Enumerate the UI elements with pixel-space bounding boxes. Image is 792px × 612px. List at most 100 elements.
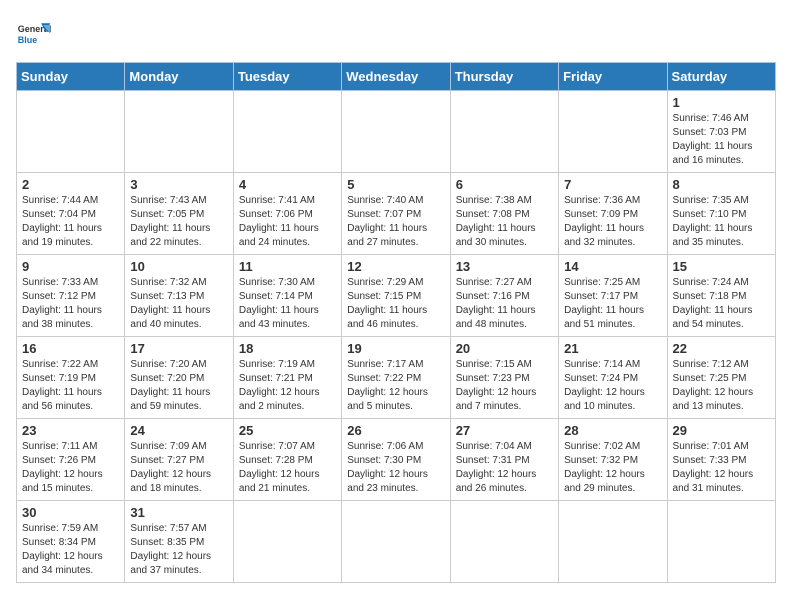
- calendar-cell: 14 Sunrise: 7:25 AM Sunset: 7:17 PM Dayli…: [559, 255, 667, 337]
- day-info: Sunrise: 7:24 AM Sunset: 7:18 PM Dayligh…: [673, 276, 770, 332]
- generalblue-logo-icon: General Blue: [16, 16, 52, 52]
- day-number: 31: [130, 505, 227, 520]
- day-number: 12: [347, 259, 444, 274]
- calendar-cell: 9 Sunrise: 7:33 AM Sunset: 7:12 PM Daylig…: [17, 255, 125, 337]
- day-info: Sunrise: 7:59 AM Sunset: 8:34 PM Dayligh…: [22, 522, 119, 578]
- calendar-cell: [233, 91, 341, 173]
- calendar-week-row: 2 Sunrise: 7:44 AM Sunset: 7:04 PM Daylig…: [17, 173, 776, 255]
- day-info: Sunrise: 7:40 AM Sunset: 7:07 PM Dayligh…: [347, 194, 444, 250]
- calendar-cell: [233, 501, 341, 583]
- day-number: 19: [347, 341, 444, 356]
- day-info: Sunrise: 7:20 AM Sunset: 7:20 PM Dayligh…: [130, 358, 227, 414]
- calendar-cell: 16Sunrise: 7:22 AM Sunset: 7:19 PM Dayli…: [17, 337, 125, 419]
- day-number: 30: [22, 505, 119, 520]
- calendar-week-row: 9 Sunrise: 7:33 AM Sunset: 7:12 PM Daylig…: [17, 255, 776, 337]
- calendar-cell: 28 Sunrise: 7:02 AM Sunset: 7:32 PM Dayli…: [559, 419, 667, 501]
- calendar-cell: 8 Sunrise: 7:35 AM Sunset: 7:10 PM Daylig…: [667, 173, 775, 255]
- day-number: 24: [130, 423, 227, 438]
- day-number: 1: [673, 95, 770, 110]
- day-number: 9: [22, 259, 119, 274]
- day-info: Sunrise: 7:15 AM Sunset: 7:23 PM Dayligh…: [456, 358, 553, 414]
- calendar-cell: [125, 91, 233, 173]
- day-number: 11: [239, 259, 336, 274]
- calendar-cell: 26Sunrise: 7:06 AM Sunset: 7:30 PM Dayli…: [342, 419, 450, 501]
- day-number: 4: [239, 177, 336, 192]
- day-info: Sunrise: 7:36 AM Sunset: 7:09 PM Dayligh…: [564, 194, 661, 250]
- day-number: 3: [130, 177, 227, 192]
- day-number: 14: [564, 259, 661, 274]
- calendar-cell: [559, 501, 667, 583]
- calendar-cell: 15 Sunrise: 7:24 AM Sunset: 7:18 PM Dayli…: [667, 255, 775, 337]
- calendar-week-row: 1 Sunrise: 7:46 AM Sunset: 7:03 PM Daylig…: [17, 91, 776, 173]
- calendar-week-row: 16Sunrise: 7:22 AM Sunset: 7:19 PM Dayli…: [17, 337, 776, 419]
- weekday-header-monday: Monday: [125, 63, 233, 91]
- day-info: Sunrise: 7:22 AM Sunset: 7:19 PM Dayligh…: [22, 358, 119, 414]
- calendar-cell: [450, 91, 558, 173]
- calendar-cell: 29 Sunrise: 7:01 AM Sunset: 7:33 PM Dayli…: [667, 419, 775, 501]
- day-number: 2: [22, 177, 119, 192]
- calendar-week-row: 30 Sunrise: 7:59 AM Sunset: 8:34 PM Dayli…: [17, 501, 776, 583]
- calendar-cell: [342, 501, 450, 583]
- page-header: General Blue: [16, 16, 776, 52]
- day-info: Sunrise: 7:38 AM Sunset: 7:08 PM Dayligh…: [456, 194, 553, 250]
- calendar-cell: 27 Sunrise: 7:04 AM Sunset: 7:31 PM Dayli…: [450, 419, 558, 501]
- calendar-table: SundayMondayTuesdayWednesdayThursdayFrid…: [16, 62, 776, 583]
- day-number: 7: [564, 177, 661, 192]
- weekday-header-row: SundayMondayTuesdayWednesdayThursdayFrid…: [17, 63, 776, 91]
- day-info: Sunrise: 7:43 AM Sunset: 7:05 PM Dayligh…: [130, 194, 227, 250]
- day-number: 6: [456, 177, 553, 192]
- day-info: Sunrise: 7:25 AM Sunset: 7:17 PM Dayligh…: [564, 276, 661, 332]
- calendar-cell: 21Sunrise: 7:14 AM Sunset: 7:24 PM Dayli…: [559, 337, 667, 419]
- calendar-cell: 20Sunrise: 7:15 AM Sunset: 7:23 PM Dayli…: [450, 337, 558, 419]
- calendar-cell: 22 Sunrise: 7:12 AM Sunset: 7:25 PM Dayli…: [667, 337, 775, 419]
- day-number: 10: [130, 259, 227, 274]
- day-info: Sunrise: 7:41 AM Sunset: 7:06 PM Dayligh…: [239, 194, 336, 250]
- day-number: 13: [456, 259, 553, 274]
- weekday-header-wednesday: Wednesday: [342, 63, 450, 91]
- day-number: 17: [130, 341, 227, 356]
- calendar-cell: 31 Sunrise: 7:57 AM Sunset: 8:35 PM Dayli…: [125, 501, 233, 583]
- day-number: 15: [673, 259, 770, 274]
- calendar-cell: [17, 91, 125, 173]
- day-info: Sunrise: 7:57 AM Sunset: 8:35 PM Dayligh…: [130, 522, 227, 578]
- day-info: Sunrise: 7:12 AM Sunset: 7:25 PM Dayligh…: [673, 358, 770, 414]
- day-info: Sunrise: 7:11 AM Sunset: 7:26 PM Dayligh…: [22, 440, 119, 496]
- day-number: 8: [673, 177, 770, 192]
- day-info: Sunrise: 7:01 AM Sunset: 7:33 PM Dayligh…: [673, 440, 770, 496]
- day-info: Sunrise: 7:35 AM Sunset: 7:10 PM Dayligh…: [673, 194, 770, 250]
- day-info: Sunrise: 7:02 AM Sunset: 7:32 PM Dayligh…: [564, 440, 661, 496]
- day-info: Sunrise: 7:14 AM Sunset: 7:24 PM Dayligh…: [564, 358, 661, 414]
- calendar-cell: 19Sunrise: 7:17 AM Sunset: 7:22 PM Dayli…: [342, 337, 450, 419]
- day-number: 5: [347, 177, 444, 192]
- day-info: Sunrise: 7:46 AM Sunset: 7:03 PM Dayligh…: [673, 112, 770, 168]
- logo: General Blue: [16, 16, 52, 52]
- calendar-cell: 18Sunrise: 7:19 AM Sunset: 7:21 PM Dayli…: [233, 337, 341, 419]
- calendar-cell: 11Sunrise: 7:30 AM Sunset: 7:14 PM Dayli…: [233, 255, 341, 337]
- day-number: 27: [456, 423, 553, 438]
- calendar-cell: 7 Sunrise: 7:36 AM Sunset: 7:09 PM Daylig…: [559, 173, 667, 255]
- calendar-cell: 1 Sunrise: 7:46 AM Sunset: 7:03 PM Daylig…: [667, 91, 775, 173]
- calendar-cell: 23 Sunrise: 7:11 AM Sunset: 7:26 PM Dayli…: [17, 419, 125, 501]
- calendar-cell: 13Sunrise: 7:27 AM Sunset: 7:16 PM Dayli…: [450, 255, 558, 337]
- calendar-cell: 2 Sunrise: 7:44 AM Sunset: 7:04 PM Daylig…: [17, 173, 125, 255]
- calendar-cell: 6 Sunrise: 7:38 AM Sunset: 7:08 PM Daylig…: [450, 173, 558, 255]
- day-number: 26: [347, 423, 444, 438]
- calendar-cell: [559, 91, 667, 173]
- day-number: 29: [673, 423, 770, 438]
- calendar-cell: 4 Sunrise: 7:41 AM Sunset: 7:06 PM Daylig…: [233, 173, 341, 255]
- calendar-cell: [667, 501, 775, 583]
- day-number: 22: [673, 341, 770, 356]
- day-info: Sunrise: 7:04 AM Sunset: 7:31 PM Dayligh…: [456, 440, 553, 496]
- calendar-cell: 3 Sunrise: 7:43 AM Sunset: 7:05 PM Daylig…: [125, 173, 233, 255]
- weekday-header-saturday: Saturday: [667, 63, 775, 91]
- weekday-header-tuesday: Tuesday: [233, 63, 341, 91]
- calendar-cell: 25Sunrise: 7:07 AM Sunset: 7:28 PM Dayli…: [233, 419, 341, 501]
- day-info: Sunrise: 7:44 AM Sunset: 7:04 PM Dayligh…: [22, 194, 119, 250]
- day-number: 23: [22, 423, 119, 438]
- calendar-cell: 12Sunrise: 7:29 AM Sunset: 7:15 PM Dayli…: [342, 255, 450, 337]
- day-info: Sunrise: 7:33 AM Sunset: 7:12 PM Dayligh…: [22, 276, 119, 332]
- calendar-cell: 10Sunrise: 7:32 AM Sunset: 7:13 PM Dayli…: [125, 255, 233, 337]
- day-number: 28: [564, 423, 661, 438]
- calendar-cell: [450, 501, 558, 583]
- day-number: 25: [239, 423, 336, 438]
